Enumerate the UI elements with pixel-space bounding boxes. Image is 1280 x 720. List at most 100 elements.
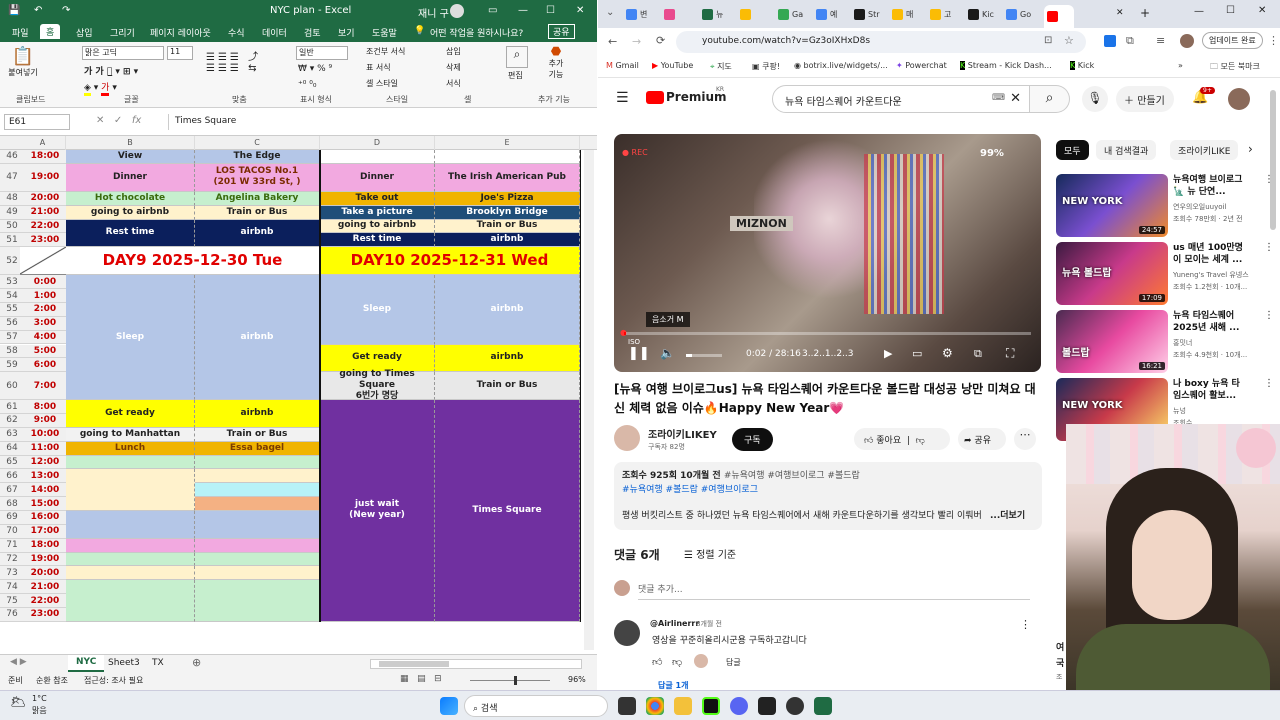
row-header[interactable]: 61 8:00 [0,400,66,415]
comment-input[interactable]: 댓글 추가... [638,582,1030,600]
extensions-puzzle-icon[interactable]: ⧉ [1126,34,1134,48]
fullscreen-icon[interactable]: ⛶ [1006,346,1014,361]
schedule-cell[interactable]: Get ready [320,344,435,373]
settings-gear-icon[interactable]: ⚙ [942,346,953,360]
schedule-cell[interactable]: Dinner [66,163,195,192]
row-header[interactable]: 49 21:00 [0,205,66,220]
schedule-cell[interactable]: Sleep [66,275,195,401]
comment-like-icon[interactable]: 👍︎ [652,656,662,668]
related-video[interactable]: 볼드랍 16:21 뉴욕 타임스퀘어 2025년 새해 ... 홍밋너 조회수 4.9천… [1056,310,1280,374]
schedule-cell[interactable]: Train or Bus [195,427,320,442]
schedule-cell[interactable] [195,483,320,498]
schedule-cell[interactable]: Dinner [320,163,435,192]
chip-channel[interactable]: 조라이키LIKE [1170,140,1238,160]
bookmark-youtube[interactable]: ▶ YouTube [652,61,693,70]
column-header[interactable]: A [20,136,66,150]
schedule-cell[interactable] [195,455,320,470]
more-actions-icon[interactable]: ⋯ [1014,428,1036,450]
bookmark-star-icon[interactable]: ☆ [1064,34,1074,47]
schedule-cell[interactable]: The Irish American Pub [435,163,580,192]
account-avatar[interactable] [1228,88,1250,110]
menu-draw[interactable]: 그리기 [110,26,135,39]
schedule-cell[interactable] [320,150,435,164]
subtitles-icon[interactable]: ▭ [912,347,922,360]
related-menu-icon[interactable]: ⋮ [1264,242,1274,253]
progress-bar[interactable] [624,332,1031,335]
comment-menu-icon[interactable]: ⋮ [1020,618,1031,631]
row-header[interactable]: 53 0:00 [0,275,66,290]
minimize-icon[interactable]: — [1194,6,1204,17]
schedule-cell[interactable] [66,566,195,581]
tell-me-box[interactable]: 어떤 작업을 원하시나요? [430,26,523,39]
task-view-icon[interactable] [618,697,636,715]
vertical-scrollbar[interactable] [584,150,594,650]
schedule-cell[interactable]: airbnb [195,219,320,248]
browser-tab[interactable]: Kic [968,5,1008,23]
media-icon[interactable]: ≡ [1156,34,1165,47]
schedule-cell[interactable] [195,538,320,553]
browser-tab[interactable] [664,5,704,23]
schedule-cell[interactable]: DAY10 2025-12-31 Wed [320,247,580,276]
schedule-cell[interactable]: Train or Bus [195,205,320,220]
menu-data[interactable]: 데이터 [262,26,287,39]
schedule-cell[interactable]: Take out [320,191,435,206]
obs-icon[interactable] [702,697,720,715]
search-icon[interactable]: ⌕ [506,46,528,68]
row-header[interactable]: 56 3:00 [0,316,66,331]
close-icon[interactable]: ✕ [576,5,584,16]
excel-icon[interactable] [814,697,832,715]
related-video[interactable]: NEW YORK 24:57 뉴욕여행 브이로그 🗽 뉴 단연... 연우의오일uuy… [1056,174,1280,238]
cond-format-button[interactable]: 조건부 서식 [366,46,405,57]
menu-page-layout[interactable]: 페이지 레이아웃 [150,26,211,39]
bookmark-kick-dash[interactable]: K Stream - Kick Dash... [960,61,1052,70]
schedule-cell[interactable]: going to Manhattan [66,427,195,442]
url-bar[interactable]: youtube.com/watch?v=Gz3oIXHxD8s [676,31,1086,53]
schedule-cell[interactable] [66,455,195,470]
cell-style-button[interactable]: 셀 스타일 [366,78,398,89]
chevron-right-icon[interactable]: › [1248,142,1253,156]
close-icon[interactable]: ✕ [1258,5,1266,16]
number-format-select[interactable]: 일반 [296,46,348,60]
menu-formulas[interactable]: 수식 [228,26,245,39]
menu-home[interactable]: 홈 [40,24,61,39]
youtube-logo-icon[interactable] [646,91,664,104]
schedule-cell[interactable]: Times Square [435,400,580,622]
autoplay-icon[interactable]: ▶ [884,347,892,360]
schedule-cell[interactable]: Rest time [66,219,195,248]
edit-button[interactable]: 편집 [508,70,523,81]
taskbar-search[interactable]: ⌕ 검색 [464,695,608,717]
schedule-cell[interactable]: airbnb [435,275,580,345]
row-header[interactable]: 67 14:00 [0,483,66,498]
clear-icon[interactable]: ✕ [1010,91,1021,106]
replies-toggle[interactable]: 답글 1개 [658,680,688,690]
row-header[interactable]: 75 22:00 [0,594,66,608]
row-header[interactable]: 58 5:00 [0,344,66,359]
schedule-cell[interactable] [66,580,195,622]
menu-insert[interactable]: 삽입 [76,26,93,39]
forward-icon[interactable]: → [632,35,641,48]
sort-button[interactable]: ☰ 정렬 기준 [684,546,736,561]
status-accessibility[interactable]: 접근성: 조사 필요 [84,675,143,686]
paste-button[interactable]: 📋 붙여넣기 [6,46,40,86]
column-header[interactable]: B [66,136,195,150]
row-header[interactable]: 64 11:00 [0,441,66,456]
reload-icon[interactable]: ⟳ [656,34,665,47]
add-sheet-icon[interactable]: ⊕ [192,656,201,669]
schedule-cell[interactable]: Essa bagel [195,441,320,456]
schedule-cell[interactable]: Rest time [320,233,435,248]
schedule-cell[interactable]: Get ready [66,400,195,428]
row-header[interactable]: 50 22:00 [0,219,66,234]
row-header[interactable]: 65 12:00 [0,455,66,470]
video-thumbnail[interactable]: 뉴욕 볼드랍 17:09 [1056,242,1168,305]
search-input[interactable]: 뉴욕 타임스퀘어 카운트다운 ⌨ ✕ [772,85,1030,113]
weather-icon[interactable]: 🌥 [10,695,27,710]
schedule-cell[interactable]: airbnb [435,233,580,248]
bookmark-botrix[interactable]: ◉ botrix.live/widgets/... [794,61,888,70]
avatar[interactable] [450,4,464,18]
schedule-cell[interactable]: DAY9 2025-12-30 Tue [66,247,320,276]
schedule-cell[interactable]: Sleep [320,275,435,345]
comment-dislike-icon[interactable]: 👎︎ [672,656,682,668]
mic-icon[interactable]: 🎙 [1082,86,1108,112]
schedule-cell[interactable]: The Edge [195,150,320,164]
subscribe-button[interactable]: 구독 [732,428,773,451]
